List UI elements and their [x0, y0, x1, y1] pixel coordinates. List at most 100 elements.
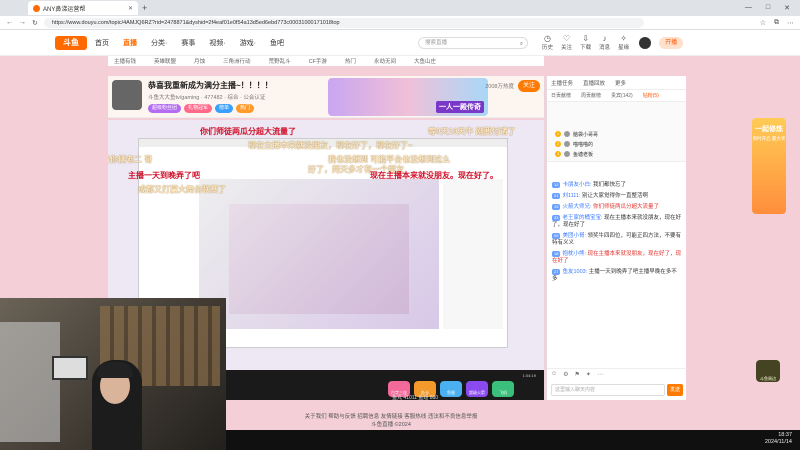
room-badge[interactable]: 榜单 — [215, 104, 234, 113]
browser-tab[interactable]: ANY鼻涕运营帮 ✕ — [28, 1, 138, 15]
settings-icon[interactable]: ⚙ — [563, 371, 568, 378]
room-badge[interactable]: 超级粉丝团 — [148, 104, 182, 113]
rank-name: 鱼塘老板 — [573, 151, 594, 158]
subnav-item[interactable]: 主播有钱 — [114, 57, 136, 65]
sparkle-icon[interactable]: ✦ — [586, 371, 591, 378]
close-tab-icon[interactable]: ✕ — [128, 5, 133, 12]
flag-icon[interactable]: ⚑ — [575, 371, 580, 378]
chat-user[interactable]: 抱枕小熊: — [562, 251, 586, 257]
history-button[interactable]: ◷ 历史 — [542, 34, 553, 51]
forward-icon[interactable]: → — [19, 19, 26, 26]
room-title: 恭喜我重新成为满分主播~！！！！ — [148, 81, 273, 90]
nav-events[interactable]: 赛事 — [181, 38, 195, 48]
gift-item[interactable]: 鱼翅 — [440, 381, 462, 397]
chat-message: 18 抱枕小熊: 现在主播本来就没朋友，现在好了，现在好了 — [547, 249, 687, 267]
tab-vip[interactable]: 贵宾(142) — [611, 92, 633, 99]
messages-button[interactable]: ♪ 消息 — [599, 34, 610, 51]
close-window-button[interactable]: ✕ — [784, 4, 790, 12]
gift-item[interactable]: 飞机 — [492, 381, 514, 397]
footer-links[interactable]: 关于我们 帮助与反馈 招聘信息 友情链接 客服热线 违法和不良信息举报 — [226, 412, 556, 420]
follow-button[interactable]: 关注 — [518, 80, 540, 92]
nav-category[interactable]: 分类· — [151, 38, 167, 48]
danmu-text: 现在主播本来就没朋友，现在好了，现在好了~ — [248, 141, 413, 150]
subnav-item[interactable]: 月蚀 — [194, 57, 205, 65]
star-fate-button[interactable]: ✧ 星缘 — [618, 34, 629, 51]
browser-tabbar: ANY鼻涕运营帮 ✕ + — □ ✕ — [0, 0, 800, 16]
follow-list-button[interactable]: ♡ 关注 — [561, 34, 572, 51]
subnav-item[interactable]: 三角洲行动 — [223, 57, 251, 65]
url-input[interactable]: https://www.douyu.com/topic/4AMJQ6RZ?rid… — [43, 17, 644, 28]
subnav-item[interactable]: 大鱼山庄 — [414, 57, 436, 65]
search-icon[interactable]: ⌕ — [520, 39, 523, 49]
side-banner-title: 一起修炼 — [755, 126, 783, 133]
send-button[interactable]: 发送 — [667, 384, 683, 396]
replay-button[interactable]: 直播回放 — [583, 79, 605, 87]
search-input[interactable]: 搜索直播 ⌕ — [418, 36, 529, 49]
chat-user[interactable]: 老王家的桶宝宝: — [562, 215, 602, 221]
chat-input[interactable]: 这里输入聊天内容 — [551, 384, 665, 396]
site-favicon-icon — [33, 4, 40, 12]
chat-input-area: ☺ ⚙ ⚑ ✦ ⋯ 这里输入聊天内容 发送 — [547, 368, 687, 400]
avatar — [564, 141, 570, 147]
tab-diamond-fans[interactable]: 钻粉(5) — [643, 92, 659, 99]
danmu-comment: 等9天10天牛 刚要付诸了 — [428, 126, 516, 137]
download-button[interactable]: ⇩ 下载 — [580, 34, 591, 51]
chat-message: 09 美团小哥: 领奖牛四四位，可能正四方法，不要有特有义义 — [547, 231, 687, 249]
side-floating-icon[interactable]: 斗鱼周边 — [756, 360, 780, 382]
room-badge[interactable]: 热门 — [236, 104, 255, 113]
subnav-item[interactable]: CF手游 — [309, 57, 327, 65]
room-event-banner[interactable]: 一人一殿传奇 — [328, 78, 488, 116]
side-promo-banner[interactable]: 一起修炼 限时开启 赢大奖 — [752, 118, 786, 214]
subnav-item[interactable]: 英雄联盟 — [154, 57, 176, 65]
rank-row[interactable]: 3 鱼塘老板 — [555, 150, 593, 158]
chat-user[interactable]: 鱼友1003: — [562, 269, 587, 275]
rank-row[interactable]: 2 喵喵喵的 — [555, 140, 593, 148]
streamer-avatar[interactable] — [112, 80, 142, 110]
rank-row[interactable]: 1 脑袋小哥哥 — [555, 130, 598, 138]
danmu-text: 等9天10天牛 刚要付诸了 — [428, 127, 516, 136]
maximize-button[interactable]: □ — [766, 4, 770, 12]
chat-panel: 主播任务 直播回放 更多 日贡献榜 周贡献榜 贵宾(142) 钻粉(5) 1 脑… — [546, 76, 687, 400]
nav-live[interactable]: 直播 — [123, 38, 137, 48]
room-badge[interactable]: 礼物冠军 — [184, 104, 213, 113]
clock-time: 18:37 — [778, 432, 792, 438]
danmu-comment: 现在主播本来就没朋友，现在好了，现在好了~ — [248, 140, 413, 151]
emoji-icon[interactable]: ☺ — [551, 371, 557, 378]
back-icon[interactable]: ← — [6, 19, 13, 26]
nav-home[interactable]: 首页 — [95, 38, 109, 48]
subnav-item[interactable]: 荒野乱斗 — [269, 57, 291, 65]
chat-user[interactable]: 火箭大师兄: — [562, 204, 591, 210]
tab-weekly-rank[interactable]: 周贡献榜 — [581, 92, 601, 99]
level-badge: 18 — [552, 251, 561, 257]
site-logo[interactable]: 斗鱼 — [55, 35, 87, 50]
danmu-text: 现在主播本来就没朋友。现在好了。 — [370, 171, 498, 180]
subnav-item[interactable]: 永劫无间 — [374, 57, 396, 65]
chat-user[interactable]: 美团小哥: — [562, 233, 586, 239]
chat-user[interactable]: 刘1111: — [562, 193, 580, 199]
menu-icon[interactable]: ⋯ — [787, 19, 794, 27]
chat-message: 33 老王家的桶宝宝: 现在主播本来就没朋友，现在好了，现在好了 — [547, 213, 687, 231]
chat-user[interactable]: 卡朋友小白: — [562, 182, 591, 188]
system-clock: 18:37 2024/11/14 — [765, 432, 792, 446]
subnav-item[interactable]: 热门 — [345, 57, 356, 65]
reload-icon[interactable]: ↻ — [32, 19, 38, 27]
minimize-button[interactable]: — — [745, 4, 752, 12]
tab-daily-rank[interactable]: 日贡献榜 — [551, 92, 571, 99]
extensions-icon[interactable]: ⧉ — [774, 19, 779, 27]
side-banner-subtitle: 限时开启 赢大奖 — [752, 136, 786, 141]
danmu-text: 成都又打赢大舞台联赛了 — [138, 185, 226, 194]
gift-item[interactable]: 超级火箭 — [466, 381, 488, 397]
more-icon[interactable]: ⋯ — [597, 371, 603, 378]
nav-yuba[interactable]: 鱼吧 — [270, 38, 284, 48]
start-stream-button[interactable]: 开播 — [659, 36, 684, 49]
messages-label: 消息 — [599, 45, 611, 51]
more-button[interactable]: 更多 — [615, 79, 626, 87]
star-icon[interactable]: ☆ — [760, 19, 766, 27]
new-tab-button[interactable]: + — [142, 3, 147, 13]
streamer-task-button[interactable]: 主播任务 — [551, 79, 573, 87]
rank-number: 3 — [555, 151, 561, 157]
user-avatar[interactable] — [639, 36, 652, 49]
nav-games[interactable]: 游戏· — [240, 38, 256, 48]
danmu-text: 你们师徒两瓜分超大流量了 — [200, 127, 296, 136]
nav-video[interactable]: 视频· — [209, 38, 225, 48]
